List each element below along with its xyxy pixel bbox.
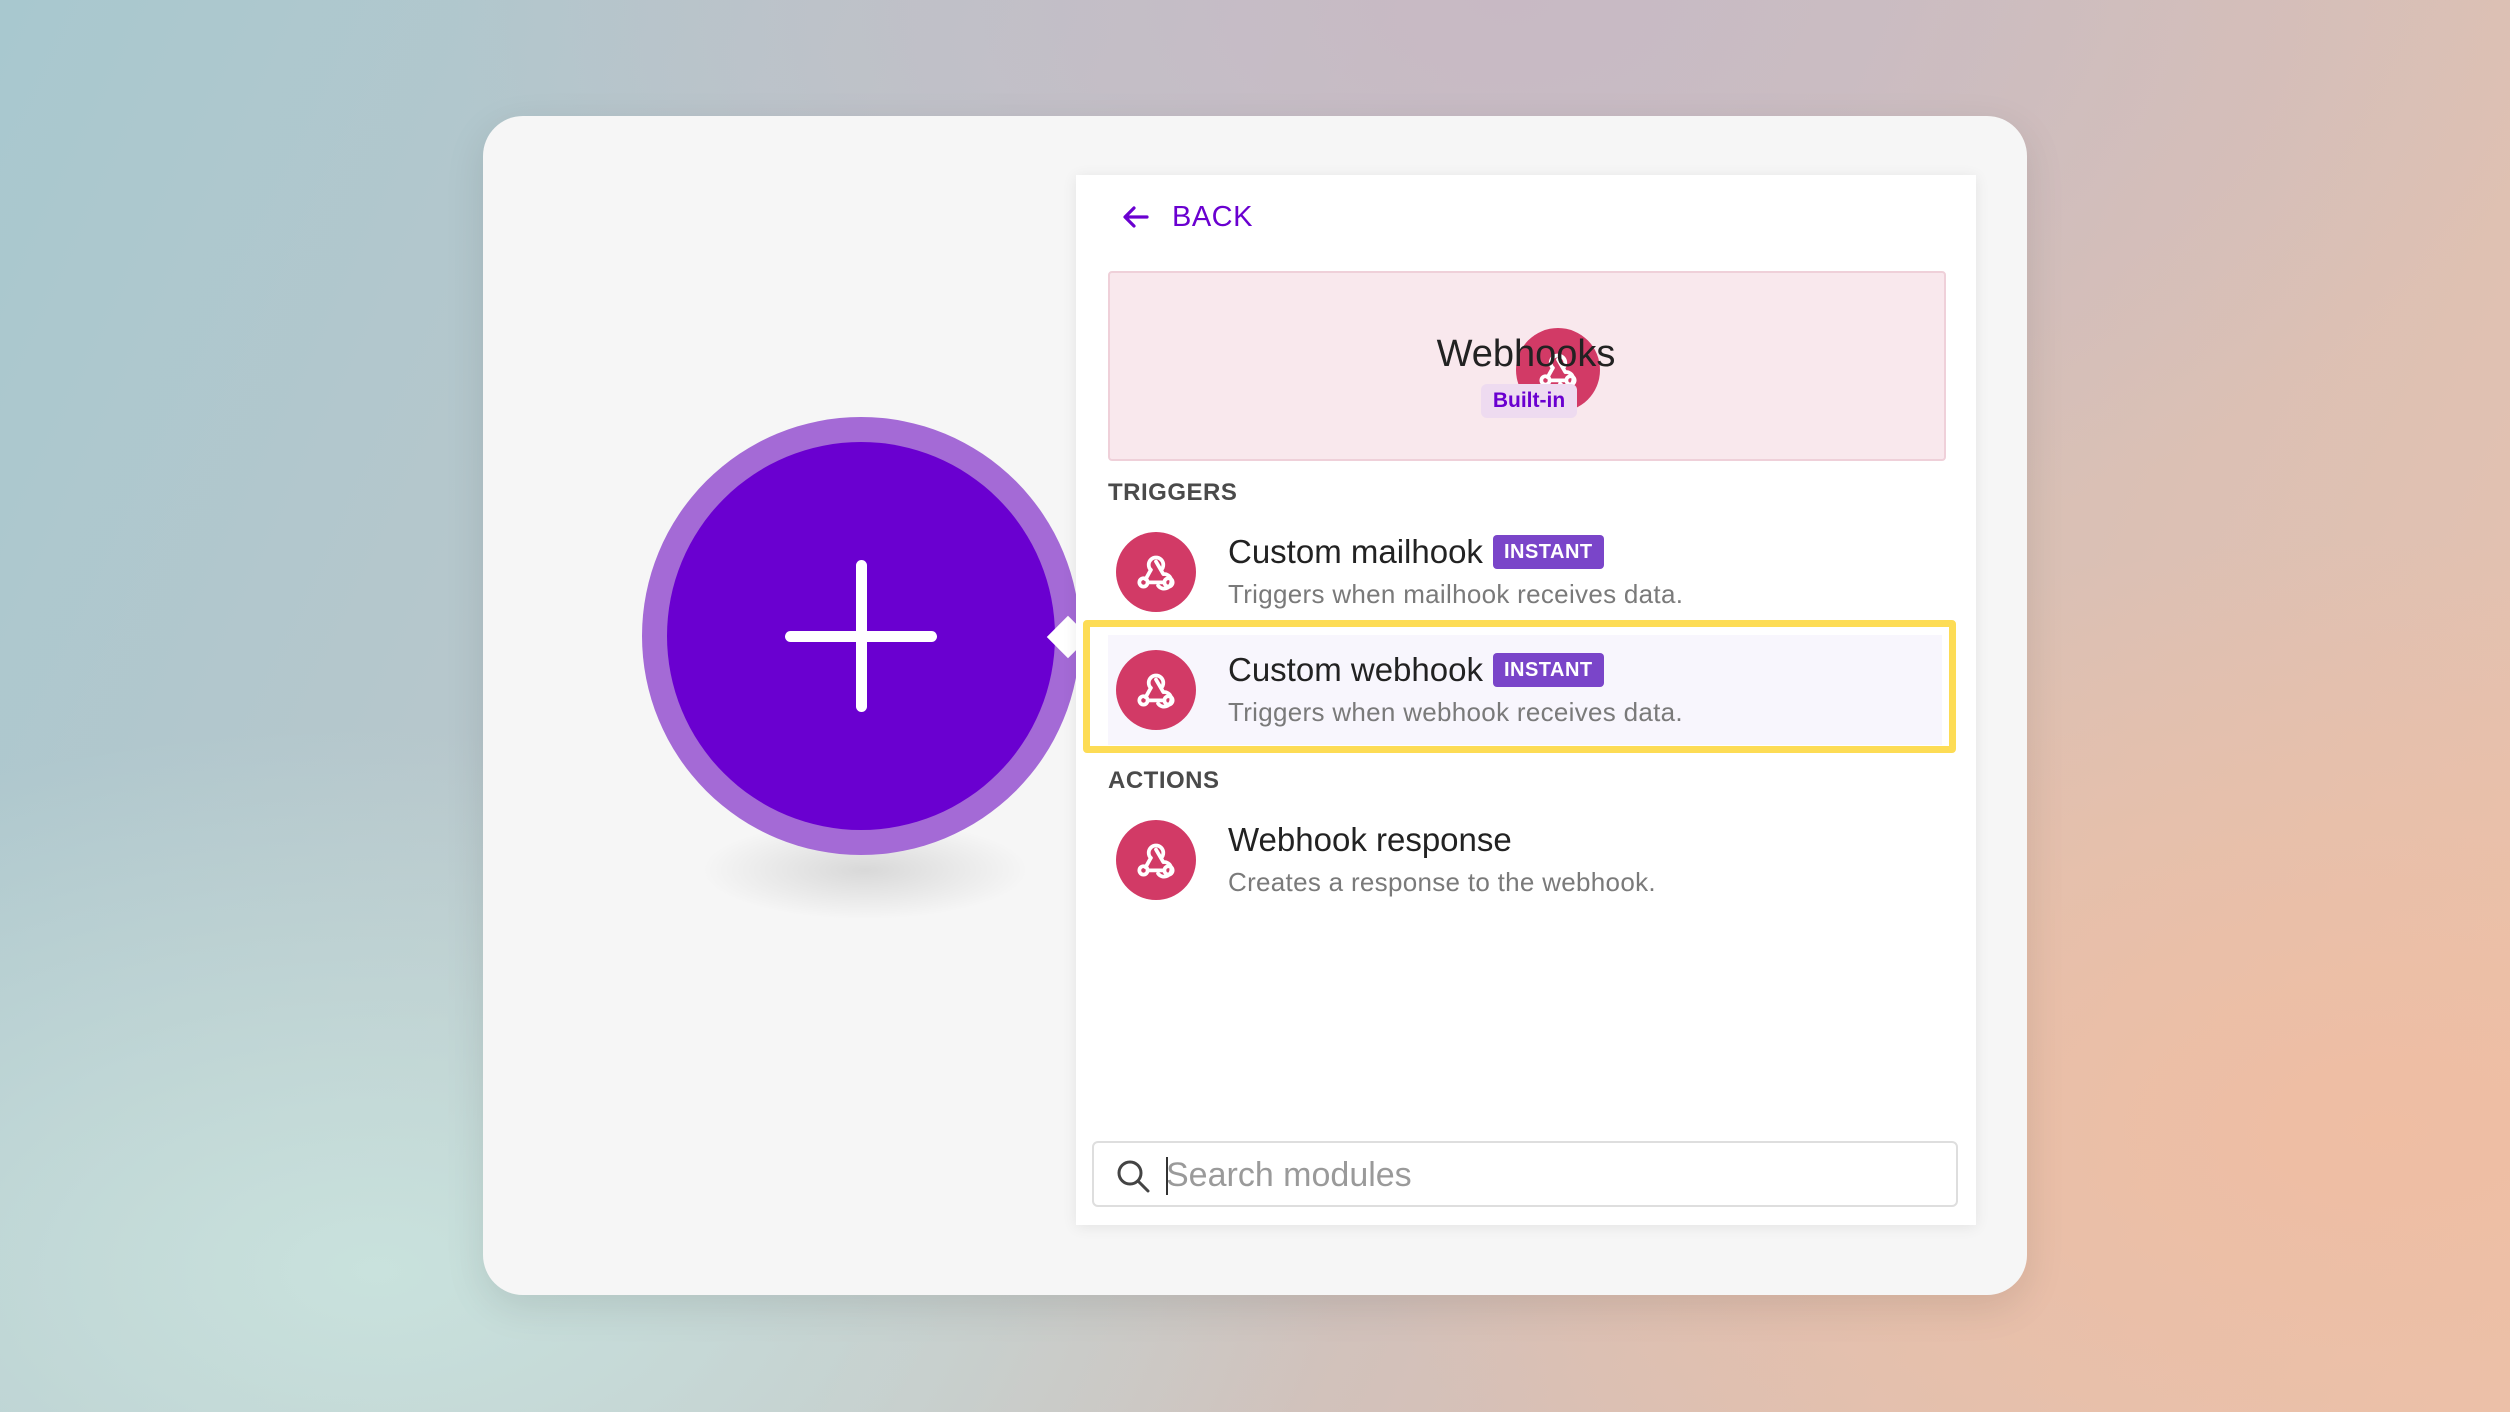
module-name-text: Custom mailhook xyxy=(1228,533,1483,570)
section-title-actions: ACTIONS xyxy=(1108,767,1220,794)
add-module-node[interactable] xyxy=(642,417,1080,855)
module-name: Webhook response xyxy=(1228,821,1512,859)
search-input[interactable] xyxy=(1164,1149,1948,1201)
text-caret xyxy=(1166,1157,1168,1195)
selection-highlight xyxy=(1083,620,1956,753)
module-description: Triggers when mailhook receives data. xyxy=(1228,579,1684,609)
module-name-text: Webhook response xyxy=(1228,821,1512,858)
search-icon xyxy=(1117,1160,1150,1193)
module-name: Custom mailhook INSTANT xyxy=(1228,533,1604,571)
webhook-icon xyxy=(1116,532,1196,612)
module-custom-mailhook[interactable]: Custom mailhook INSTANT Triggers when ma… xyxy=(1108,517,1942,627)
section-title-triggers: TRIGGERS xyxy=(1108,479,1238,506)
webhook-icon xyxy=(1116,820,1196,900)
plus-icon-bar xyxy=(785,631,937,642)
module-webhook-response[interactable]: Webhook response Creates a response to t… xyxy=(1108,805,1942,915)
search-modules-field[interactable] xyxy=(1092,1141,1958,1207)
module-description: Creates a response to the webhook. xyxy=(1228,867,1656,897)
add-module-node-inner xyxy=(667,442,1055,830)
instant-badge: INSTANT xyxy=(1492,535,1604,569)
